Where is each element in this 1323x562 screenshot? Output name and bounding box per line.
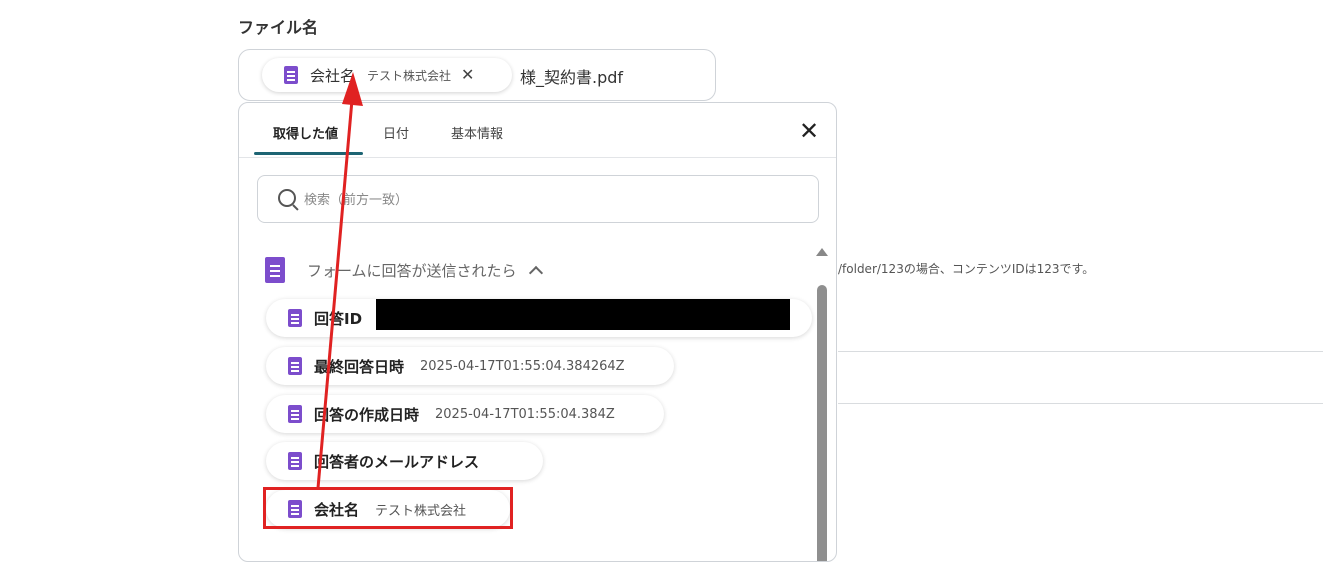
item-label: 回答者のメールアドレス [314, 452, 480, 471]
item-label: 回答ID [314, 309, 363, 328]
file-name-label: ファイル名 [238, 18, 319, 37]
content-id-hint: /folder/123の場合、コンテンツIDは123です。 [838, 262, 1095, 276]
chip-label: 会社名 [310, 66, 356, 85]
file-name-field[interactable]: 会社名 テスト株式会社 ✕ 様_契約書.pdf [238, 49, 716, 101]
form-doc-icon [284, 66, 298, 84]
divider [838, 403, 1323, 404]
list-item-respondent-email[interactable]: 回答者のメールアドレス [266, 442, 543, 480]
section-title: フォームに回答が送信されたら [307, 261, 517, 280]
search-icon [278, 189, 296, 207]
annotation-highlight-box [263, 487, 513, 529]
item-label: 回答の作成日時 [314, 405, 420, 424]
list-item-response-created-time[interactable]: 回答の作成日時 2025-04-17T01:55:04.384Z [266, 395, 664, 433]
item-label: 最終回答日時 [314, 357, 405, 376]
scrollbar[interactable] [815, 243, 829, 561]
redacted-value [376, 299, 790, 330]
section-header-form-submitted[interactable]: フォームに回答が送信されたら [265, 257, 543, 283]
company-name-chip[interactable]: 会社名 テスト株式会社 ✕ [262, 58, 512, 92]
close-icon[interactable]: ✕ [461, 67, 474, 83]
chevron-up-icon[interactable] [528, 265, 543, 280]
chip-value: テスト株式会社 [367, 68, 452, 83]
list-item-response-id[interactable]: 回答ID [266, 299, 812, 337]
close-icon[interactable]: ✕ [799, 119, 819, 143]
list-item-last-response-time[interactable]: 最終回答日時 2025-04-17T01:55:04.384264Z [266, 347, 674, 385]
divider [838, 351, 1323, 352]
search-box[interactable] [257, 175, 819, 223]
scrollbar-thumb[interactable] [817, 285, 827, 561]
form-doc-icon [288, 405, 302, 423]
file-name-suffix: 様_契約書.pdf [520, 68, 624, 87]
form-doc-icon [288, 452, 302, 470]
scroll-up-arrow-icon[interactable] [816, 248, 828, 256]
item-value: 2025-04-17T01:55:04.384Z [435, 406, 615, 422]
tab-retrieved-values[interactable]: 取得した値 [273, 123, 338, 142]
tab-basic-info[interactable]: 基本情報 [451, 123, 503, 142]
popup-tabs: 取得した値 日付 基本情報 ✕ [239, 103, 836, 158]
item-value: 2025-04-17T01:55:04.384264Z [420, 358, 625, 374]
form-doc-icon [288, 357, 302, 375]
active-tab-indicator [254, 152, 363, 155]
form-doc-icon [265, 257, 285, 283]
tab-date[interactable]: 日付 [383, 123, 409, 142]
search-input[interactable] [302, 188, 806, 212]
form-doc-icon [288, 309, 302, 327]
